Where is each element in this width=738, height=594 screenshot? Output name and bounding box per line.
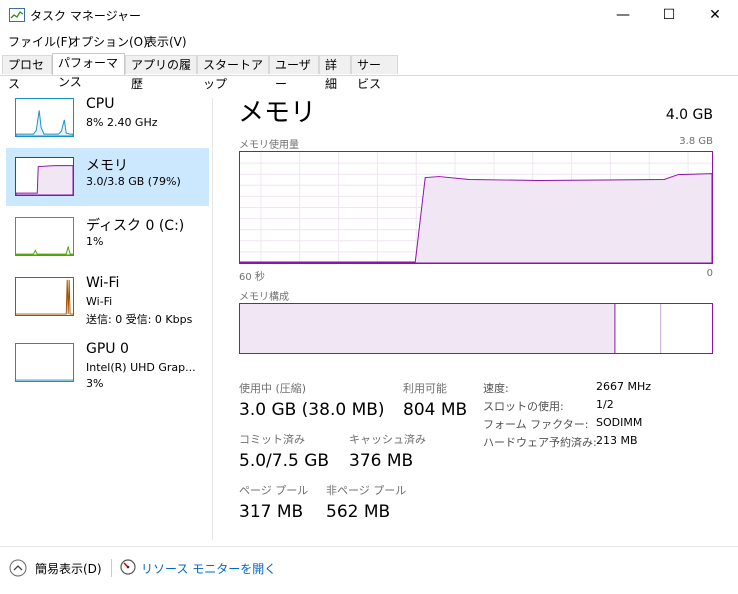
resource-monitor-icon <box>120 559 136 575</box>
wifi-thumbnail-graph <box>15 277 74 316</box>
tab-app-history[interactable]: アプリの履歴 <box>125 55 197 91</box>
tab-processes[interactable]: プロセス <box>2 55 52 91</box>
sidebar-item-title: メモリ <box>86 158 128 174</box>
committed-value: 5.0/7.5 GB <box>239 451 330 471</box>
footer-separator <box>111 559 112 577</box>
composition-label: メモリ構成 <box>239 292 289 303</box>
sidebar-item-gpu[interactable]: GPU 0 Intel(R) UHD Grap... 3% <box>6 334 209 392</box>
task-manager-icon <box>9 8 25 22</box>
cached-value: 376 MB <box>349 451 414 471</box>
speed-label: 速度: <box>483 382 509 395</box>
sidebar-item-memory[interactable]: メモリ 3.0/3.8 GB (79%) <box>6 148 209 206</box>
available-label: 利用可能 <box>403 382 447 395</box>
minimize-icon: — <box>616 7 630 23</box>
form-factor-value: SODIMM <box>596 416 643 429</box>
nonpaged-pool-label: 非ページ プール <box>326 484 407 497</box>
tab-details[interactable]: 詳細 <box>319 55 351 91</box>
page-title: メモリ <box>238 98 317 128</box>
cached-label: キャッシュ済み <box>349 433 426 446</box>
tab-bar: プロセス パフォーマンス アプリの履歴 スタートアップ ユーザー 詳細 サービス <box>0 53 738 91</box>
tab-services[interactable]: サービス <box>351 55 398 91</box>
minimize-button[interactable]: — <box>600 0 646 30</box>
in-use-label: 使用中 (圧縮) <box>239 382 307 395</box>
committed-label: コミット済み <box>239 433 305 446</box>
chevron-up-icon <box>9 559 27 577</box>
window-title: タスク マネージャー <box>30 9 141 23</box>
hardware-reserved-value: 213 MB <box>596 434 638 447</box>
sidebar-item-cpu[interactable]: CPU 8% 2.40 GHz <box>6 89 209 147</box>
footer-bar: 簡易表示(D) リソース モニターを開く <box>0 546 738 594</box>
slots-label: スロットの使用: <box>483 400 564 413</box>
maximize-button[interactable]: ☐ <box>646 0 692 30</box>
speed-value: 2667 MHz <box>596 380 652 393</box>
close-icon: ✕ <box>709 7 721 23</box>
paged-pool-label: ページ プール <box>239 484 309 497</box>
graph-time-end: 0 <box>706 268 713 279</box>
usage-graph-max: 3.8 GB <box>679 136 713 147</box>
menu-bar: ファイル(F) オプション(O) 表示(V) <box>0 30 738 50</box>
memory-composition-bar <box>239 303 713 354</box>
sidebar-item-title: ディスク 0 (C:) <box>86 218 185 234</box>
disk-thumbnail-graph <box>15 217 74 256</box>
close-button[interactable]: ✕ <box>692 0 738 30</box>
paged-pool-value: 317 MB <box>239 502 304 522</box>
sidebar-item-detail: 3.0/3.8 GB (79%) <box>86 175 181 188</box>
available-value: 804 MB <box>403 400 468 420</box>
tab-performance[interactable]: パフォーマンス <box>52 53 125 89</box>
menu-view[interactable]: 表示(V) <box>145 33 187 50</box>
gpu-thumbnail-graph <box>15 343 74 382</box>
sidebar-item-detail: 送信: 0 受信: 0 Kbps <box>86 313 193 326</box>
usage-graph-label: メモリ使用量 <box>239 140 299 151</box>
sidebar-item-title: CPU <box>86 96 115 112</box>
tab-startup[interactable]: スタートアップ <box>197 55 269 91</box>
sidebar-item-detail: 1% <box>86 235 104 248</box>
sidebar-item-title: Wi-Fi <box>86 275 120 291</box>
hardware-reserved-label: ハードウェア予約済み: <box>483 436 597 449</box>
graph-time-start: 60 秒 <box>239 272 265 283</box>
memory-total: 4.0 GB <box>665 107 713 123</box>
sidebar-item-title: GPU 0 <box>86 341 129 357</box>
title-bar: タスク マネージャー — ☐ ✕ <box>0 0 738 30</box>
nonpaged-pool-value: 562 MB <box>326 502 391 522</box>
sidebar-item-detail: Wi-Fi <box>86 295 113 308</box>
in-use-value: 3.0 GB (38.0 MB) <box>239 400 385 420</box>
sidebar-item-detail: 3% <box>86 377 104 390</box>
menu-options[interactable]: オプション(O) <box>69 33 148 50</box>
memory-thumbnail-graph <box>15 157 74 196</box>
memory-usage-graph <box>239 151 713 264</box>
pane-divider[interactable] <box>212 98 213 540</box>
sidebar-item-detail: 8% 2.40 GHz <box>86 116 158 129</box>
maximize-icon: ☐ <box>662 7 676 23</box>
tab-users[interactable]: ユーザー <box>269 55 319 91</box>
menu-file[interactable]: ファイル(F) <box>8 33 72 50</box>
resource-monitor-label: リソース モニターを開く <box>141 562 277 576</box>
resource-monitor-link[interactable]: リソース モニターを開く <box>120 558 320 578</box>
sidebar-item-detail: Intel(R) UHD Grap... <box>86 361 196 374</box>
fewer-details-label: 簡易表示(D) <box>35 562 102 576</box>
sidebar-item-disk[interactable]: ディスク 0 (C:) 1% <box>6 208 209 266</box>
cpu-thumbnail-graph <box>15 98 74 137</box>
form-factor-label: フォーム ファクター: <box>483 418 589 431</box>
slots-value: 1/2 <box>596 398 614 411</box>
sidebar-item-wifi[interactable]: Wi-Fi Wi-Fi 送信: 0 受信: 0 Kbps <box>6 268 209 326</box>
